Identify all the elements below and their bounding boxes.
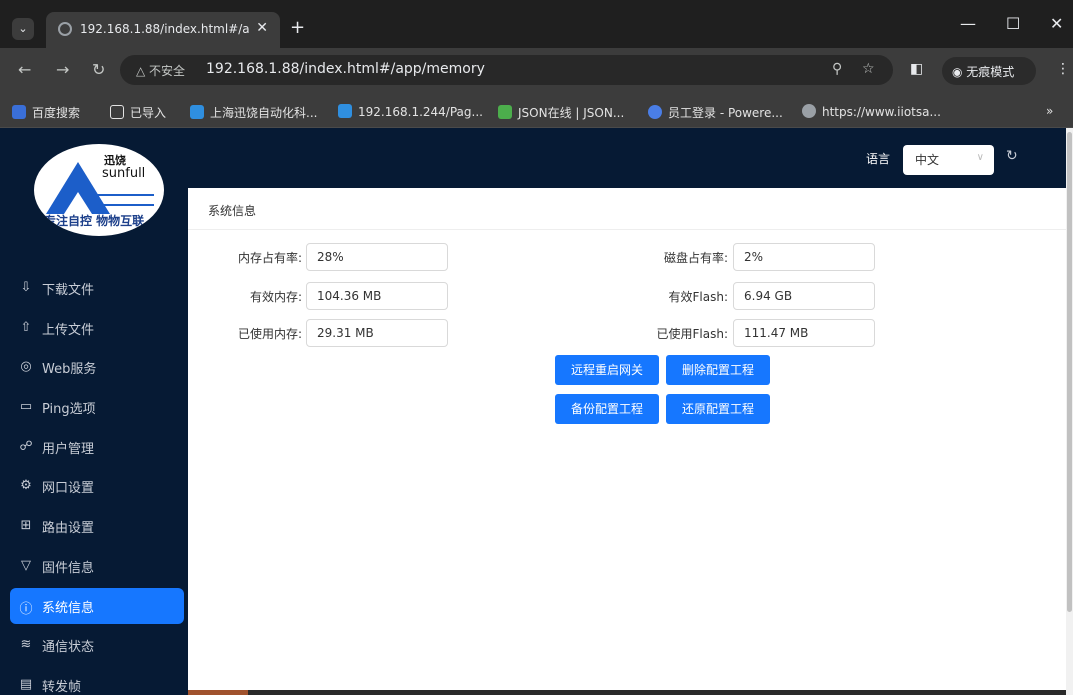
browser-tab[interactable]: 192.168.1.88/index.html#/ap ✕ [46, 12, 280, 48]
sidebar-item-comm-status[interactable]: ≋ 通信状态 [10, 627, 184, 663]
document-icon: ▤ [19, 676, 33, 692]
sidebar-item-web-service[interactable]: ◎ Web服务 [10, 349, 184, 385]
incognito-badge[interactable]: ◉ 无痕模式 [942, 57, 1036, 85]
folder-icon [110, 105, 124, 119]
gear-icon: ⚙ [20, 478, 32, 494]
zoom-icon[interactable]: ⚲ [832, 61, 842, 77]
restore-config-button[interactable]: 还原配置工程 [666, 394, 770, 424]
sidebar-item-upload[interactable]: ⇧ 上传文件 [10, 310, 184, 346]
backup-config-button[interactable]: 备份配置工程 [555, 394, 659, 424]
site-icon [190, 105, 204, 119]
incognito-label: 无痕模式 [966, 65, 1015, 79]
used-flash-field[interactable]: 111.47 MB [733, 319, 875, 347]
tab-title: 192.168.1.88/index.html#/ap [80, 22, 250, 36]
logo-slogan: 专注自控 物物互联 [44, 214, 145, 228]
forward-icon[interactable]: → [56, 60, 69, 79]
bookmark-item[interactable]: https://www.iiotsa... [802, 104, 941, 119]
language-select[interactable]: 中文 ∨ [903, 145, 994, 175]
minimize-icon[interactable]: — [960, 14, 976, 33]
maximize-icon[interactable]: ☐ [1006, 14, 1020, 33]
main-content: 系统信息 内存占有率: 28% 有效内存: 104.36 MB 已使用内存: 2… [188, 188, 1066, 695]
disk-usage-label: 磁盘占有率: [663, 251, 728, 265]
valid-flash-field[interactable]: 6.94 GB [733, 282, 875, 310]
bookmark-star-icon[interactable]: ☆ [862, 61, 875, 77]
side-panel-icon[interactable]: ◧ [910, 61, 923, 77]
back-icon[interactable]: ← [18, 60, 31, 79]
network-tree-icon: ⊞ [20, 518, 32, 534]
wifi-icon: ≋ [20, 637, 32, 653]
security-warning[interactable]: △ 不安全 [136, 62, 185, 79]
delete-config-button[interactable]: 删除配置工程 [666, 355, 770, 385]
app-root: 迅饶 sunfull 专注自控 物物互联 ⇩ 下载文件 ⇧ 上传文件 ◎ Web服务 … [0, 128, 1066, 695]
page-title: 系统信息 [208, 204, 257, 218]
url-text[interactable]: 192.168.1.88/index.html#/app/memory [206, 61, 485, 77]
sidebar-item-network-port[interactable]: ⚙ 网口设置 [10, 468, 184, 504]
users-icon: ☍ [19, 438, 33, 454]
upload-icon: ⇧ [20, 319, 32, 335]
close-tab-icon[interactable]: ✕ [256, 20, 268, 36]
valid-memory-field[interactable]: 104.36 MB [306, 282, 448, 310]
bottom-strip [188, 690, 1066, 695]
memory-usage-field[interactable]: 28% [306, 243, 448, 271]
bookmark-folder[interactable]: 已导入 [110, 104, 166, 121]
sidebar: 迅饶 sunfull 专注自控 物物互联 ⇩ 下载文件 ⇧ 上传文件 ◎ Web服务 … [0, 128, 188, 695]
close-window-icon[interactable]: ✕ [1050, 14, 1063, 33]
globe-icon [58, 22, 72, 36]
incognito-icon: ◉ [952, 65, 967, 79]
sidebar-item-routing[interactable]: ⊞ 路由设置 [10, 508, 184, 544]
address-bar[interactable]: △ 不安全 192.168.1.88/index.html#/app/memor… [120, 55, 893, 85]
bookmark-item[interactable]: 百度搜索 [12, 104, 80, 121]
used-memory-label: 已使用内存: [237, 327, 302, 341]
baidu-icon [12, 105, 26, 119]
top-header: 语言 中文 ∨ ↻ [188, 128, 1066, 188]
valid-memory-label: 有效内存: [249, 290, 302, 304]
sidebar-item-firmware[interactable]: ▽ 固件信息 [10, 548, 184, 584]
sidebar-item-users[interactable]: ☍ 用户管理 [10, 429, 184, 465]
menu-icon[interactable]: ⋮ [1056, 61, 1070, 77]
refresh-icon[interactable]: ↻ [1006, 148, 1018, 164]
bookmark-item[interactable]: 员工登录 - Powere... [648, 104, 783, 121]
sidebar-item-forward-frame[interactable]: ▤ 转发帧 [10, 667, 184, 695]
page-scrollbar[interactable] [1066, 128, 1073, 695]
filter-icon: ▽ [21, 557, 31, 573]
reboot-gateway-button[interactable]: 远程重启网关 [555, 355, 659, 385]
bookmark-item[interactable]: JSON在线 | JSON... [498, 104, 624, 121]
json-icon [498, 105, 512, 119]
globe-icon [802, 104, 816, 118]
web-icon: ◎ [20, 359, 32, 375]
site-icon [338, 104, 352, 118]
bookmark-item[interactable]: 上海迅饶自动化科... [190, 104, 317, 121]
sidebar-item-download[interactable]: ⇩ 下载文件 [10, 270, 184, 306]
shield-icon [648, 105, 662, 119]
tab-search-button[interactable]: ⌄ [12, 18, 34, 40]
download-icon: ⇩ [20, 280, 32, 295]
language-value: 中文 [915, 153, 940, 167]
new-tab-button[interactable]: + [290, 17, 305, 38]
browser-toolbar: ← → ↻ △ 不安全 192.168.1.88/index.html#/app… [0, 48, 1073, 94]
bookmarks-overflow-button[interactable]: » [1046, 104, 1053, 118]
sidebar-menu: ⇩ 下载文件 ⇧ 上传文件 ◎ Web服务 ▭ Ping选项 ☍ 用户管理 ⚙ 网口设置 ⊞… [10, 270, 184, 695]
valid-flash-label: 有效Flash: [668, 290, 729, 304]
sidebar-item-ping[interactable]: ▭ Ping选项 [10, 389, 184, 425]
chevron-down-icon: ∨ [976, 152, 984, 163]
company-logo: 迅饶 sunfull 专注自控 物物互联 [34, 144, 164, 236]
browser-titlebar: ⌄ 192.168.1.88/index.html#/ap ✕ + — ☐ ✕ [0, 0, 1073, 48]
bookmarks-bar: 百度搜索 已导入 上海迅饶自动化科... 192.168.1.244/Pag..… [0, 94, 1073, 128]
monitor-icon: ▭ [19, 399, 33, 415]
memory-usage-label: 内存占有率: [237, 251, 302, 265]
used-flash-label: 已使用Flash: [656, 327, 729, 341]
sidebar-item-system-info[interactable]: ⓘ 系统信息 [10, 587, 184, 624]
reload-icon[interactable]: ↻ [92, 60, 105, 79]
info-icon: ⓘ [19, 601, 33, 617]
bookmark-item[interactable]: 192.168.1.244/Pag... [338, 104, 483, 119]
used-memory-field[interactable]: 29.31 MB [306, 319, 448, 347]
disk-usage-field[interactable]: 2% [733, 243, 875, 271]
divider [188, 229, 1066, 230]
scrollbar-thumb[interactable] [1067, 132, 1072, 612]
language-label: 语言 [866, 152, 891, 166]
logo-english-name: sunfull [102, 166, 146, 181]
